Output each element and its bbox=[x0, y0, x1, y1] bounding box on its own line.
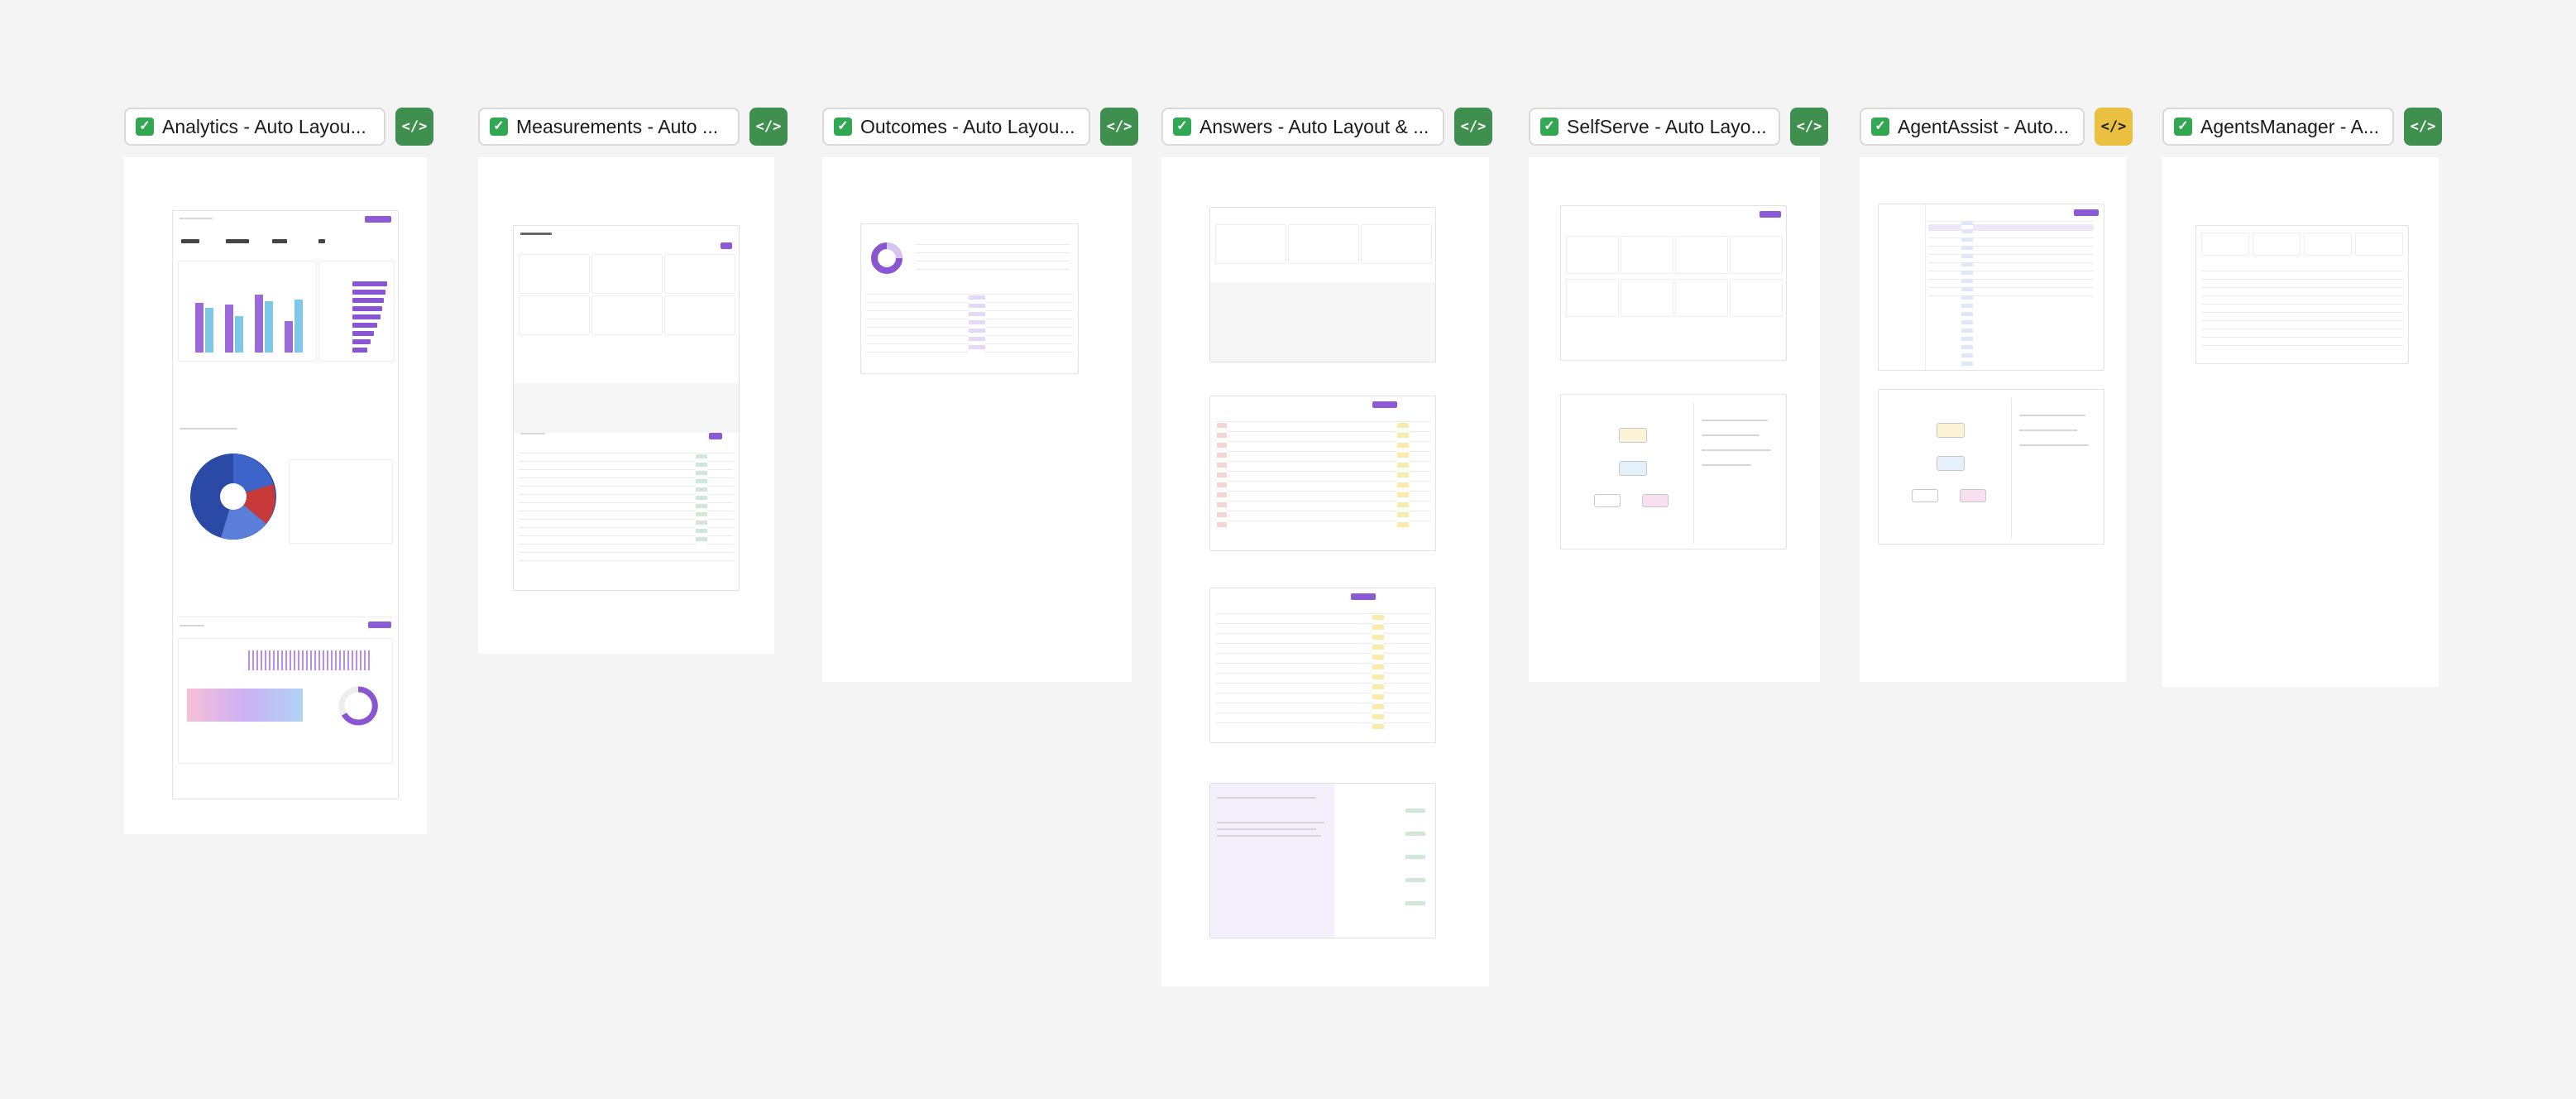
section-title: Measurements - Auto ... bbox=[516, 115, 719, 137]
section-frame bbox=[478, 157, 774, 654]
check-icon: ✓ bbox=[490, 118, 508, 136]
section-title: Answers - Auto Layout & ... bbox=[1199, 115, 1429, 137]
section-frame bbox=[822, 157, 1132, 682]
section-header: ✓ AgentAssist - Auto... </> bbox=[1860, 108, 2133, 146]
section-header: ✓ Outcomes - Auto Layou... </> bbox=[822, 108, 1138, 146]
frame-thumbnail-analytics[interactable] bbox=[172, 210, 399, 799]
code-icon[interactable]: </> bbox=[1100, 108, 1138, 146]
code-icon[interactable]: </> bbox=[2404, 108, 2442, 146]
frame-thumbnail-answers-4[interactable] bbox=[1209, 783, 1436, 938]
check-icon: ✓ bbox=[2174, 118, 2192, 136]
frame-thumbnail-measurements[interactable] bbox=[513, 225, 740, 591]
code-icon[interactable]: </> bbox=[1454, 108, 1492, 146]
frame-thumbnail-agentassist-2[interactable] bbox=[1878, 389, 2104, 545]
section-title: AgentAssist - Auto... bbox=[1898, 115, 2070, 137]
section-header: ✓ Answers - Auto Layout & ... </> bbox=[1161, 108, 1492, 146]
section-header: ✓ AgentsManager - A... </> bbox=[2162, 108, 2442, 146]
check-icon: ✓ bbox=[136, 118, 154, 136]
section-title: Analytics - Auto Layou... bbox=[162, 115, 366, 137]
check-icon: ✓ bbox=[1173, 118, 1191, 136]
frame-thumbnail-agentsmanager[interactable] bbox=[2195, 225, 2409, 364]
code-icon[interactable]: </> bbox=[749, 108, 788, 146]
check-icon: ✓ bbox=[1540, 118, 1559, 136]
section-header: ✓ SelfServe - Auto Layo... </> bbox=[1529, 108, 1828, 146]
check-icon: ✓ bbox=[834, 118, 852, 136]
section-frame bbox=[1860, 157, 2126, 682]
section-title-pill[interactable]: ✓ Outcomes - Auto Layou... bbox=[822, 108, 1090, 146]
code-icon[interactable]: </> bbox=[2095, 108, 2133, 146]
section-title-pill[interactable]: ✓ SelfServe - Auto Layo... bbox=[1529, 108, 1780, 146]
section-frame bbox=[1529, 157, 1820, 682]
section-header: ✓ Analytics - Auto Layou... </> bbox=[124, 108, 433, 146]
section-title: SelfServe - Auto Layo... bbox=[1567, 115, 1767, 137]
frame-thumbnail-outcomes[interactable] bbox=[860, 223, 1079, 374]
check-icon: ✓ bbox=[1871, 118, 1889, 136]
section-title-pill[interactable]: ✓ Measurements - Auto ... bbox=[478, 108, 740, 146]
frame-thumbnail-agentassist-1[interactable] bbox=[1878, 204, 2104, 371]
gauge-chart-icon bbox=[338, 686, 378, 726]
code-icon[interactable]: </> bbox=[1790, 108, 1828, 146]
section-title-pill[interactable]: ✓ AgentsManager - A... bbox=[2162, 108, 2394, 146]
frame-thumbnail-answers-2[interactable] bbox=[1209, 396, 1436, 551]
section-title-pill[interactable]: ✓ AgentAssist - Auto... bbox=[1860, 108, 2085, 146]
sunburst-chart-icon bbox=[190, 454, 276, 540]
donut-chart-icon bbox=[871, 242, 903, 274]
section-title: AgentsManager - A... bbox=[2200, 115, 2380, 137]
frame-thumbnail-selfserve-2[interactable] bbox=[1560, 394, 1787, 550]
section-title: Outcomes - Auto Layou... bbox=[860, 115, 1075, 137]
section-frame bbox=[2162, 157, 2439, 687]
frame-thumbnail-selfserve-1[interactable] bbox=[1560, 205, 1787, 361]
frame-thumbnail-answers-3[interactable] bbox=[1209, 588, 1436, 743]
section-title-pill[interactable]: ✓ Analytics - Auto Layou... bbox=[124, 108, 385, 146]
section-frame bbox=[1161, 157, 1489, 986]
section-frame bbox=[124, 157, 427, 834]
code-icon[interactable]: </> bbox=[395, 108, 433, 146]
frame-thumbnail-answers-1[interactable] bbox=[1209, 207, 1436, 362]
section-header: ✓ Measurements - Auto ... </> bbox=[478, 108, 788, 146]
section-title-pill[interactable]: ✓ Answers - Auto Layout & ... bbox=[1161, 108, 1444, 146]
